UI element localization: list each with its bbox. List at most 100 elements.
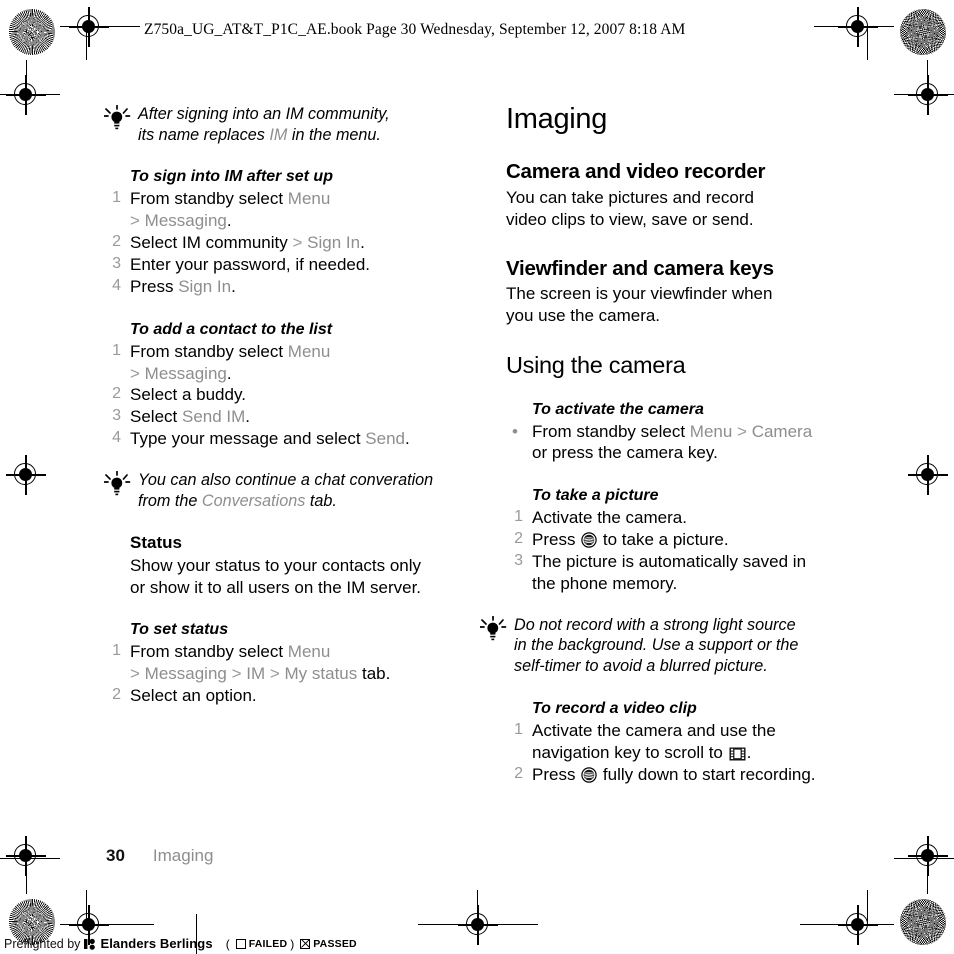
step-number: 1	[112, 341, 121, 359]
menu-term-send: Send	[365, 429, 405, 449]
viewfinder-body-line-2: you use the camera.	[506, 306, 661, 326]
menu-term-conversations: Conversations	[201, 491, 306, 510]
tip-line-2: in the background. Use a support or the	[514, 636, 799, 655]
step-number: 1	[514, 508, 523, 526]
menu-separator: >	[226, 664, 247, 684]
heading-to-take-picture: To take a picture	[532, 487, 659, 505]
step-continuation: navigation key to scroll to .	[532, 742, 752, 762]
heading-to-record-video-clip: To record a video clip	[532, 699, 697, 717]
procedure-add-contact: 1 From standby select Menu > Messaging. …	[104, 341, 474, 450]
heading-to-activate-camera: To activate the camera	[532, 400, 704, 418]
procedure-record-video: 1 Activate the camera and use the naviga…	[506, 720, 878, 786]
elanders-logo-icon	[84, 937, 98, 951]
crop-rule-bottom-right-horizontal	[800, 924, 894, 926]
lightbulb-icon	[103, 470, 134, 499]
menu-separator: >	[292, 233, 303, 253]
camera-body-line-2: video clips to view, save or send.	[506, 209, 754, 229]
section-status: Status Show your status to your contacts…	[130, 533, 474, 598]
step-continuation: > Messaging.	[130, 211, 232, 231]
crop-rule-left-horizontal-lower	[0, 858, 60, 860]
crop-rule-left-vertical-upper	[26, 60, 28, 96]
crop-rule-top-left-vertical	[86, 26, 88, 60]
menu-term-messaging: Messaging	[139, 211, 227, 231]
video-clip-icon	[729, 745, 746, 761]
step-number: 2	[514, 764, 523, 782]
procedure-activate-camera: • From standby select Menu > Camera or p…	[506, 421, 878, 465]
menu-term-messaging: Messaging	[139, 363, 227, 383]
menu-separator: >	[130, 664, 140, 684]
menu-term-menu: Menu	[287, 341, 331, 361]
step-number: 2	[112, 686, 121, 704]
crop-rule-bottom-left-vertical	[86, 890, 88, 924]
step-number: 1	[112, 642, 121, 660]
tip-line-3: self-timer to avoid a blurred picture.	[514, 657, 768, 676]
tip-im-community: After signing into an IM community, its …	[103, 104, 474, 145]
document-page: Z750a_UG_AT&T_P1C_AE.book Page 30 Wednes…	[0, 0, 954, 954]
procedure-sign-into-im: 1 From standby select Menu > Messaging. …	[104, 188, 474, 297]
lightbulb-icon	[103, 104, 134, 133]
preflight-by-label: Preflighted by	[4, 936, 81, 951]
preflight-brand-name: Elanders Berlings	[100, 936, 213, 951]
procedure-step: 3 Enter your password, if needed.	[104, 254, 474, 276]
camera-key-icon	[581, 766, 597, 783]
step-continuation: the phone memory.	[532, 573, 678, 593]
menu-separator: >	[732, 421, 752, 441]
procedure-step: 2 Select IM community > Sign In.	[104, 232, 474, 254]
lightbulb-icon	[479, 615, 510, 644]
step-number: 3	[112, 407, 121, 425]
status-body-line-2: or show it to all users on the IM server…	[130, 577, 422, 597]
procedure-step: 3 Select Send IM.	[104, 406, 474, 428]
left-column: After signing into an IM community, its …	[103, 104, 474, 707]
procedure-step: 2 Select an option.	[104, 685, 474, 707]
footer-page-number: 30	[106, 846, 125, 865]
crop-rule-left-vertical-lower	[26, 858, 28, 894]
preflight-bar: Preflighted by Elanders Berlings ( FAILE…	[4, 936, 357, 951]
registration-mark-left-middle	[6, 455, 46, 495]
menu-term-menu: Menu	[287, 642, 331, 662]
chapter-title: Imaging	[506, 103, 608, 135]
tip-line-2: its name replaces IM in the menu.	[138, 125, 381, 144]
crop-rule-right-horizontal-lower	[894, 858, 954, 860]
step-number: 4	[112, 429, 121, 447]
menu-separator: >	[130, 363, 140, 383]
camera-body-line-1: You can take pictures and record	[506, 188, 754, 207]
menu-term-im: IM	[269, 125, 288, 144]
tip-line-2: from the Conversations tab.	[138, 491, 337, 510]
procedure-step: 3 The picture is automatically saved in …	[506, 551, 878, 595]
tip-line-1: After signing into an IM community,	[138, 105, 390, 123]
passed-checkbox[interactable]	[300, 938, 311, 949]
menu-term-sign-in: Sign In	[302, 233, 361, 253]
menu-term-messaging: Messaging	[139, 664, 227, 684]
status-body-line-1: Show your status to your contacts only	[130, 555, 422, 575]
crop-rule-top-left-horizontal	[60, 26, 140, 28]
procedure-step: 1 From standby select Menu > Messaging.	[104, 188, 474, 232]
crop-rule-right-vertical-lower	[927, 858, 929, 894]
tip-line-1: Do not record with a strong light source	[514, 615, 796, 634]
footer-chapter-title: Imaging	[152, 846, 214, 865]
starburst-mark-top-left	[9, 9, 55, 55]
step-number: 1	[514, 720, 523, 738]
starburst-mark-top-right	[900, 9, 946, 55]
tip-line-1: You can also continue a chat converation	[138, 470, 434, 489]
book-header-line: Z750a_UG_AT&T_P1C_AE.book Page 30 Wednes…	[144, 21, 686, 38]
preflight-paren-close: )	[290, 936, 295, 951]
menu-term-im: IM	[246, 664, 266, 684]
procedure-step: 4 Press Sign In.	[104, 276, 474, 298]
menu-term-camera: Camera	[751, 421, 813, 441]
procedure-step: • From standby select Menu > Camera or p…	[506, 421, 878, 465]
tip-chat-conversation: You can also continue a chat converation…	[103, 470, 474, 511]
heading-to-add-contact: To add a contact to the list	[130, 320, 333, 338]
crop-rule-top-right-horizontal	[814, 26, 894, 28]
menu-term-my-status: My status	[284, 664, 358, 684]
heading-status: Status	[130, 533, 182, 553]
preflight-paren-open: (	[225, 936, 230, 951]
failed-label: FAILED	[248, 937, 288, 950]
step-number: 1	[112, 189, 121, 207]
menu-term-sign-in: Sign In	[178, 276, 232, 296]
procedure-step: 1 From standby select Menu > Messaging >…	[104, 641, 474, 685]
heading-camera-video-recorder: Camera and video recorder	[506, 160, 766, 184]
failed-checkbox[interactable]	[235, 938, 246, 949]
viewfinder-body-line-1: The screen is your viewfinder when	[506, 284, 773, 304]
step-continuation: or press the camera key.	[532, 443, 718, 463]
step-number: 3	[112, 255, 121, 272]
